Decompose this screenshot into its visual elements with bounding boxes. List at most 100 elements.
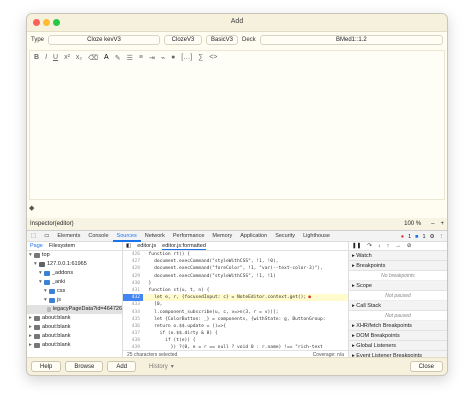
tab-security[interactable]: Security xyxy=(271,231,299,242)
subtab-filesystem[interactable]: Filesystem xyxy=(49,243,75,249)
pause-icon[interactable]: ❚❚ xyxy=(352,243,361,249)
basic-v3-button[interactable]: BasicV3 xyxy=(206,35,239,45)
line-number[interactable]: 434 xyxy=(123,309,143,316)
tree-item[interactable]: ▸ about:blank xyxy=(27,332,122,341)
section-watch[interactable]: ▸ Watch xyxy=(349,251,447,261)
code-line[interactable]: 431 function st(u, t, n) { xyxy=(123,287,348,294)
tree-item[interactable]: ▾ _addons xyxy=(27,269,122,278)
code-line[interactable]: 426 function rt() { xyxy=(123,251,348,258)
math-icon[interactable]: ∑ xyxy=(198,54,203,61)
tab-application[interactable]: Application xyxy=(236,231,271,242)
tab-lighthouse[interactable]: Lighthouse xyxy=(299,231,334,242)
tree-item[interactable]: ▾ 127.0.0.1:61965 xyxy=(27,260,122,269)
code-editor[interactable]: 426 function rt() {427 document.execComm… xyxy=(123,251,348,350)
tab-memory[interactable]: Memory xyxy=(208,231,236,242)
line-number[interactable]: 430 xyxy=(123,280,143,287)
file-tab[interactable]: editor.js xyxy=(137,243,156,249)
step-out-icon[interactable]: ↑ xyxy=(387,243,390,249)
line-number[interactable]: 427 xyxy=(123,258,143,265)
code-line[interactable]: 437 if (o.$$.dirty & 8) { xyxy=(123,330,348,337)
step-into-icon[interactable]: ↓ xyxy=(378,243,381,249)
italic-icon[interactable]: I xyxy=(45,54,47,61)
tree-item[interactable]: ▸ about:blank xyxy=(27,341,122,350)
help-button[interactable]: Help xyxy=(31,361,62,372)
attachment-icon[interactable]: ⌁ xyxy=(161,54,165,62)
indent-icon[interactable]: ⇥ xyxy=(149,54,155,62)
tab-sources[interactable]: Sources xyxy=(112,231,141,242)
line-number[interactable]: 433 xyxy=(123,301,143,308)
file-tab[interactable]: editor.js:formatted xyxy=(162,243,206,250)
editor-area[interactable]: B I U x² x₂ ⌫ A ✎ ☰ ≡ ⇥ ⌁ ● […] ∑ <> xyxy=(29,50,445,200)
history-button[interactable]: History ▾ xyxy=(140,361,183,372)
toggle-navigator-icon[interactable]: ◧ xyxy=(126,243,131,249)
code-line[interactable]: 435 let {ColorButton: _} = components, {… xyxy=(123,316,348,323)
zoom-in-icon[interactable]: + xyxy=(440,221,444,227)
line-number[interactable]: 437 xyxy=(123,330,143,337)
highlight-icon[interactable]: ✎ xyxy=(115,54,121,62)
align-icon[interactable]: ≡ xyxy=(139,54,143,61)
tree-item[interactable]: ▾ top xyxy=(27,251,122,260)
inspect-element-icon[interactable]: ⬚ xyxy=(27,231,40,242)
subtab-page[interactable]: Page xyxy=(30,243,43,249)
line-number[interactable]: 435 xyxy=(123,316,143,323)
error-icon[interactable]: ● xyxy=(401,234,404,240)
superscript-icon[interactable]: x² xyxy=(64,54,70,61)
note-type-selector[interactable]: Cloze kevV3 xyxy=(48,35,161,45)
line-number[interactable]: 426 xyxy=(123,251,143,258)
code-line[interactable]: 430 } xyxy=(123,280,348,287)
cloze-v3-button[interactable]: ClozeV3 xyxy=(164,35,203,45)
section-scope[interactable]: ▸ Scope xyxy=(349,281,447,291)
add-button[interactable]: Add xyxy=(107,361,137,372)
deactivate-breakpoints-icon[interactable]: ⊘ xyxy=(407,243,412,249)
tab-console[interactable]: Console xyxy=(84,231,112,242)
tab-elements[interactable]: Elements xyxy=(53,231,84,242)
code-line[interactable]: 434 l.component_subscribe(u, c, v=>n(3, … xyxy=(123,309,348,316)
tab-network[interactable]: Network xyxy=(141,231,169,242)
step-over-icon[interactable]: ↷ xyxy=(367,243,372,249)
settings-icon[interactable]: ⚙ xyxy=(430,234,435,240)
deck-selector[interactable]: BMed1::1.2 xyxy=(259,35,443,45)
device-toolbar-icon[interactable]: ▭ xyxy=(40,231,53,242)
more-icon[interactable]: ⋮ xyxy=(439,234,445,240)
tree-item[interactable]: ▾ css xyxy=(27,287,122,296)
text-color-icon[interactable]: A xyxy=(104,54,109,61)
section-global-listeners[interactable]: ▸ Global Listeners xyxy=(349,341,447,351)
section-xhr-fetch-breakpoints[interactable]: ▸ XHR/fetch Breakpoints xyxy=(349,321,447,331)
code-line[interactable]: 436 return o.$$.update = ()=>{ xyxy=(123,323,348,330)
line-number[interactable]: 438 xyxy=(123,337,143,344)
code-line[interactable]: 432 let e, r, {focusedInput: c} = NoteEd… xyxy=(123,294,348,302)
close-button[interactable]: Close xyxy=(409,361,443,372)
html-icon[interactable]: <> xyxy=(209,54,217,61)
tree-item[interactable]: ▾ _anki xyxy=(27,278,122,287)
bold-icon[interactable]: B xyxy=(34,54,39,61)
message-icon[interactable]: ■ xyxy=(415,234,418,240)
tree-item[interactable]: ▾ js xyxy=(27,296,122,305)
cloze-icon[interactable]: […] xyxy=(181,54,192,61)
eraser-icon[interactable]: ⌫ xyxy=(88,54,98,62)
line-number[interactable]: 428 xyxy=(123,265,143,272)
line-number[interactable]: 436 xyxy=(123,323,143,330)
code-line[interactable]: 438 if (t(e)) { xyxy=(123,337,348,344)
tag-icon[interactable]: ◆ xyxy=(29,204,34,214)
tree-item[interactable]: ▸ about:blank xyxy=(27,323,122,332)
code-line[interactable]: 433 [0, xyxy=(123,301,348,308)
record-icon[interactable]: ● xyxy=(171,54,175,61)
underline-icon[interactable]: U xyxy=(53,54,58,61)
tree-item[interactable]: legacyPageData?id=464726 xyxy=(27,305,122,314)
section-breakpoints[interactable]: ▸ Breakpoints xyxy=(349,261,447,271)
section-call-stack[interactable]: ▸ Call Stack xyxy=(349,301,447,311)
code-line[interactable]: 429 document.execCommand("styleWithCSS",… xyxy=(123,273,348,280)
tree-item[interactable]: ▸ about:blank xyxy=(27,314,122,323)
line-number[interactable]: 431 xyxy=(123,287,143,294)
code-line[interactable]: 427 document.execCommand("styleWithCSS",… xyxy=(123,258,348,265)
code-line[interactable]: 428 document.execCommand("foreColor", !1… xyxy=(123,265,348,272)
browse-button[interactable]: Browse xyxy=(65,361,104,372)
line-number[interactable]: 432 xyxy=(123,294,143,302)
subscript-icon[interactable]: x₂ xyxy=(76,54,82,61)
tab-performance[interactable]: Performance xyxy=(169,231,209,242)
list-icon[interactable]: ☰ xyxy=(127,54,133,62)
line-number[interactable]: 429 xyxy=(123,273,143,280)
zoom-out-icon[interactable]: – xyxy=(431,221,434,227)
step-icon[interactable]: → xyxy=(395,243,401,249)
section-dom-breakpoints[interactable]: ▸ DOM Breakpoints xyxy=(349,331,447,341)
